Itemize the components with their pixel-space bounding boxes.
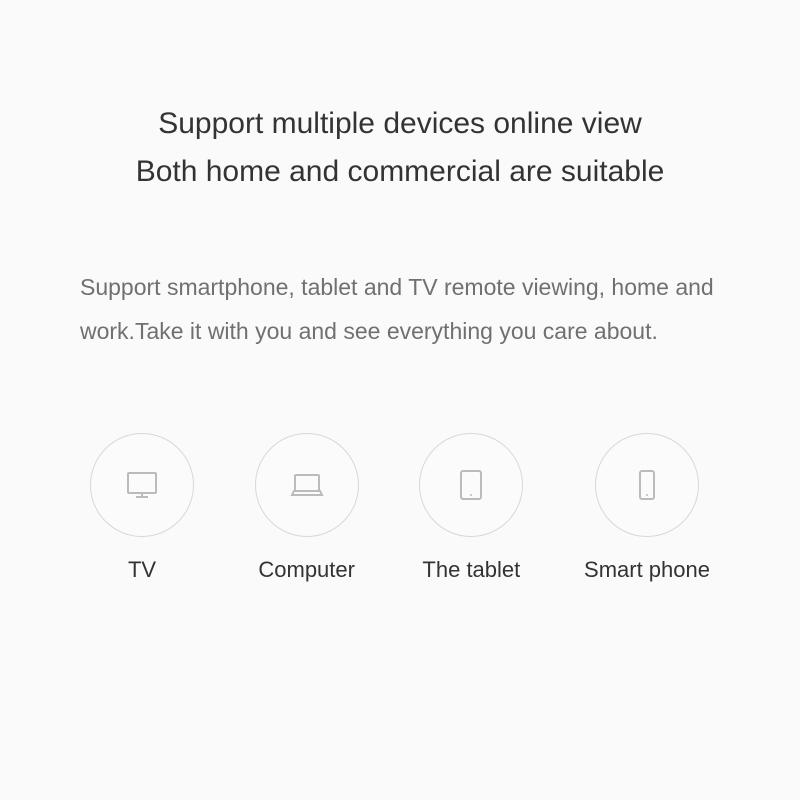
device-label: Computer — [258, 557, 355, 583]
device-item-tablet: The tablet — [419, 433, 523, 583]
device-item-smartphone: Smart phone — [584, 433, 710, 583]
heading-line-2: Both home and commercial are suitable — [70, 148, 730, 196]
device-label: TV — [128, 557, 156, 583]
description-text: Support smartphone, tablet and TV remote… — [70, 266, 730, 353]
smartphone-icon — [627, 465, 667, 505]
device-item-computer: Computer — [255, 433, 359, 583]
device-row: TV Computer The tablet Smart phone — [70, 433, 730, 583]
device-item-tv: TV — [90, 433, 194, 583]
device-circle — [419, 433, 523, 537]
heading-line-1: Support multiple devices online view — [70, 100, 730, 148]
device-circle — [595, 433, 699, 537]
tv-icon — [122, 465, 162, 505]
headings-block: Support multiple devices online view Bot… — [70, 100, 730, 196]
tablet-icon — [451, 465, 491, 505]
device-circle — [255, 433, 359, 537]
device-label: The tablet — [422, 557, 520, 583]
laptop-icon — [287, 465, 327, 505]
device-label: Smart phone — [584, 557, 710, 583]
device-circle — [90, 433, 194, 537]
